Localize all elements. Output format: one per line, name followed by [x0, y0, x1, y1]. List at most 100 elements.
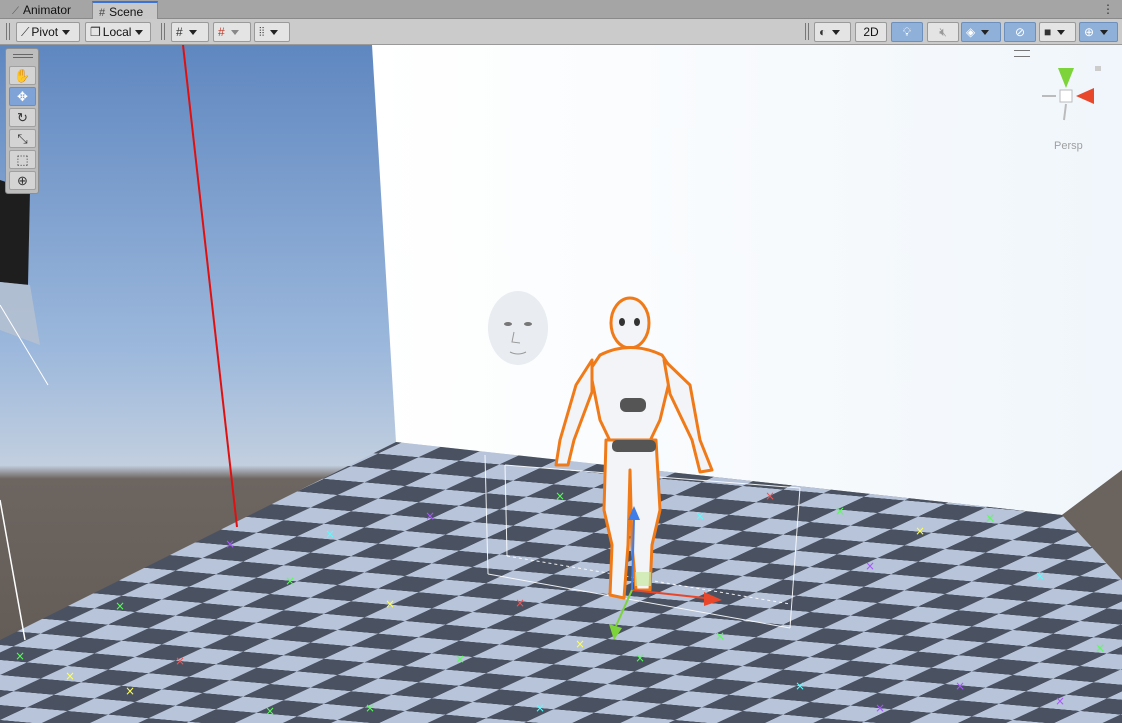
- chevron-down-icon: [135, 30, 144, 36]
- projection-label[interactable]: Persp: [1054, 140, 1083, 152]
- toolbar-grip[interactable]: [161, 23, 165, 40]
- 2d-toggle-button[interactable]: 2D: [855, 22, 887, 42]
- hash-icon: #: [99, 7, 106, 19]
- scene-toolbar: ⟋ Pivot ❒ Local # # ⦙⦙ ◐ 2D 💡︎ 🔇︎ ◈ ⊘ ■ ⊕: [0, 19, 1122, 45]
- speaker-muted-icon: 🔇︎: [939, 25, 947, 39]
- panel-grip[interactable]: [13, 54, 33, 58]
- grid-snap-dropdown[interactable]: #: [171, 22, 209, 42]
- chevron-down-icon: [1057, 30, 1066, 36]
- chevron-down-icon: [230, 30, 239, 36]
- transform-tool-button[interactable]: ⊕: [9, 171, 36, 190]
- lightbulb-icon: 💡︎: [902, 25, 912, 39]
- lighting-toggle-button[interactable]: 💡︎: [891, 22, 923, 42]
- svg-text:×: ×: [385, 597, 395, 611]
- hand-icon: ✋: [14, 68, 31, 83]
- svg-text:×: ×: [875, 701, 885, 715]
- scene-render: × × × × × × × × × × × × × × × × × × × × …: [0, 45, 1122, 723]
- transform-icon: ⊕: [17, 173, 28, 188]
- svg-text:×: ×: [425, 509, 435, 523]
- rect-tool-button[interactable]: ⬚: [9, 150, 36, 169]
- chevron-down-icon: [188, 30, 197, 36]
- tab-scene-label: Scene: [109, 5, 144, 19]
- 2d-label: 2D: [863, 25, 879, 39]
- svg-text:×: ×: [985, 511, 995, 525]
- grid-icon: ⦙⦙: [259, 25, 265, 39]
- svg-text:×: ×: [535, 701, 545, 715]
- gizmo-menu-icon[interactable]: [1014, 50, 1030, 57]
- gizmo-globe-icon: ⊕: [1084, 25, 1095, 39]
- animator-icon: ⟋: [12, 6, 19, 17]
- move-arrows-icon: ✥: [17, 89, 28, 104]
- camera-icon: ■: [1044, 25, 1052, 39]
- gizmos-dropdown[interactable]: ⊕: [1079, 22, 1118, 42]
- svg-text:×: ×: [175, 654, 185, 668]
- toolbar-grip[interactable]: [6, 23, 10, 40]
- svg-text:×: ×: [765, 489, 775, 503]
- audio-toggle-button[interactable]: 🔇︎: [927, 22, 959, 42]
- svg-text:×: ×: [795, 679, 805, 693]
- scene-viewport[interactable]: × × × × × × × × × × × × × × × × × × × × …: [0, 45, 1122, 723]
- svg-text:×: ×: [455, 652, 465, 666]
- svg-text:×: ×: [915, 524, 925, 538]
- move-tool-button[interactable]: ✥: [9, 87, 36, 106]
- backdrop-wall: [372, 45, 1122, 515]
- svg-text:×: ×: [265, 704, 275, 718]
- svg-text:×: ×: [865, 559, 875, 573]
- chevron-down-icon: [270, 30, 279, 36]
- svg-text:×: ×: [515, 596, 525, 610]
- chevron-down-icon: [832, 30, 841, 36]
- svg-text:×: ×: [1095, 641, 1105, 655]
- svg-text:×: ×: [555, 489, 565, 503]
- svg-text:×: ×: [125, 684, 135, 698]
- svg-text:×: ×: [715, 629, 725, 643]
- svg-text:×: ×: [635, 651, 645, 665]
- svg-text:×: ×: [835, 504, 845, 518]
- effects-dropdown[interactable]: ◈: [961, 22, 1001, 42]
- scale-icon: ⤡: [17, 131, 28, 146]
- rect-transform-icon: ⬚: [16, 152, 29, 167]
- svg-text:×: ×: [225, 537, 235, 551]
- svg-text:×: ×: [1055, 694, 1065, 708]
- cube-icon: ❒: [90, 25, 101, 39]
- rotate-icon: ↻: [17, 110, 28, 125]
- rotate-tool-button[interactable]: ↻: [9, 108, 36, 127]
- svg-text:×: ×: [325, 527, 335, 541]
- svg-text:×: ×: [15, 649, 25, 663]
- pivot-icon: ⟋: [21, 25, 30, 39]
- local-label: Local: [102, 25, 132, 39]
- svg-text:×: ×: [1035, 569, 1045, 583]
- chevron-down-icon: [981, 30, 990, 36]
- more-options-icon[interactable]: ⋮: [1102, 2, 1114, 16]
- svg-text:×: ×: [285, 574, 295, 588]
- chevron-down-icon: [1100, 30, 1109, 36]
- eye-slash-icon: ⊘: [1014, 25, 1026, 39]
- svg-text:×: ×: [575, 637, 585, 651]
- svg-text:×: ×: [115, 599, 125, 613]
- tool-panel: ✋ ✥ ↻ ⤡ ⬚ ⊕: [5, 48, 39, 194]
- toolbar-grip[interactable]: [805, 23, 809, 40]
- chevron-down-icon: [62, 30, 71, 36]
- local-dropdown[interactable]: ❒ Local: [85, 22, 151, 42]
- grid-visibility-dropdown[interactable]: ⦙⦙: [254, 22, 290, 42]
- tab-scene[interactable]: # Scene: [92, 1, 158, 20]
- floating-head: [488, 291, 548, 365]
- scale-tool-button[interactable]: ⤡: [9, 129, 36, 148]
- increment-snap-dropdown[interactable]: #: [213, 22, 251, 42]
- tab-animator-label: Animator: [23, 3, 72, 17]
- tab-bar: ⟋ Animator # Scene ⋮: [0, 0, 1122, 20]
- tab-animator[interactable]: ⟋ Animator: [0, 1, 90, 19]
- svg-text:×: ×: [365, 701, 375, 715]
- shading-mode-dropdown[interactable]: ◐: [814, 22, 851, 42]
- svg-text:×: ×: [695, 509, 705, 523]
- increment-snap-icon: #: [218, 25, 225, 39]
- scene-visibility-toggle[interactable]: ⊘: [1004, 22, 1036, 42]
- shading-sphere-icon: ◐: [819, 25, 827, 39]
- svg-text:×: ×: [65, 669, 75, 683]
- hand-tool-button[interactable]: ✋: [9, 66, 36, 85]
- layers-icon: ◈: [966, 25, 976, 39]
- camera-settings-dropdown[interactable]: ■: [1039, 22, 1076, 42]
- pivot-dropdown[interactable]: ⟋ Pivot: [16, 22, 80, 42]
- svg-text:×: ×: [955, 679, 965, 693]
- pivot-label: Pivot: [31, 25, 59, 39]
- grid-snap-icon: #: [176, 25, 183, 39]
